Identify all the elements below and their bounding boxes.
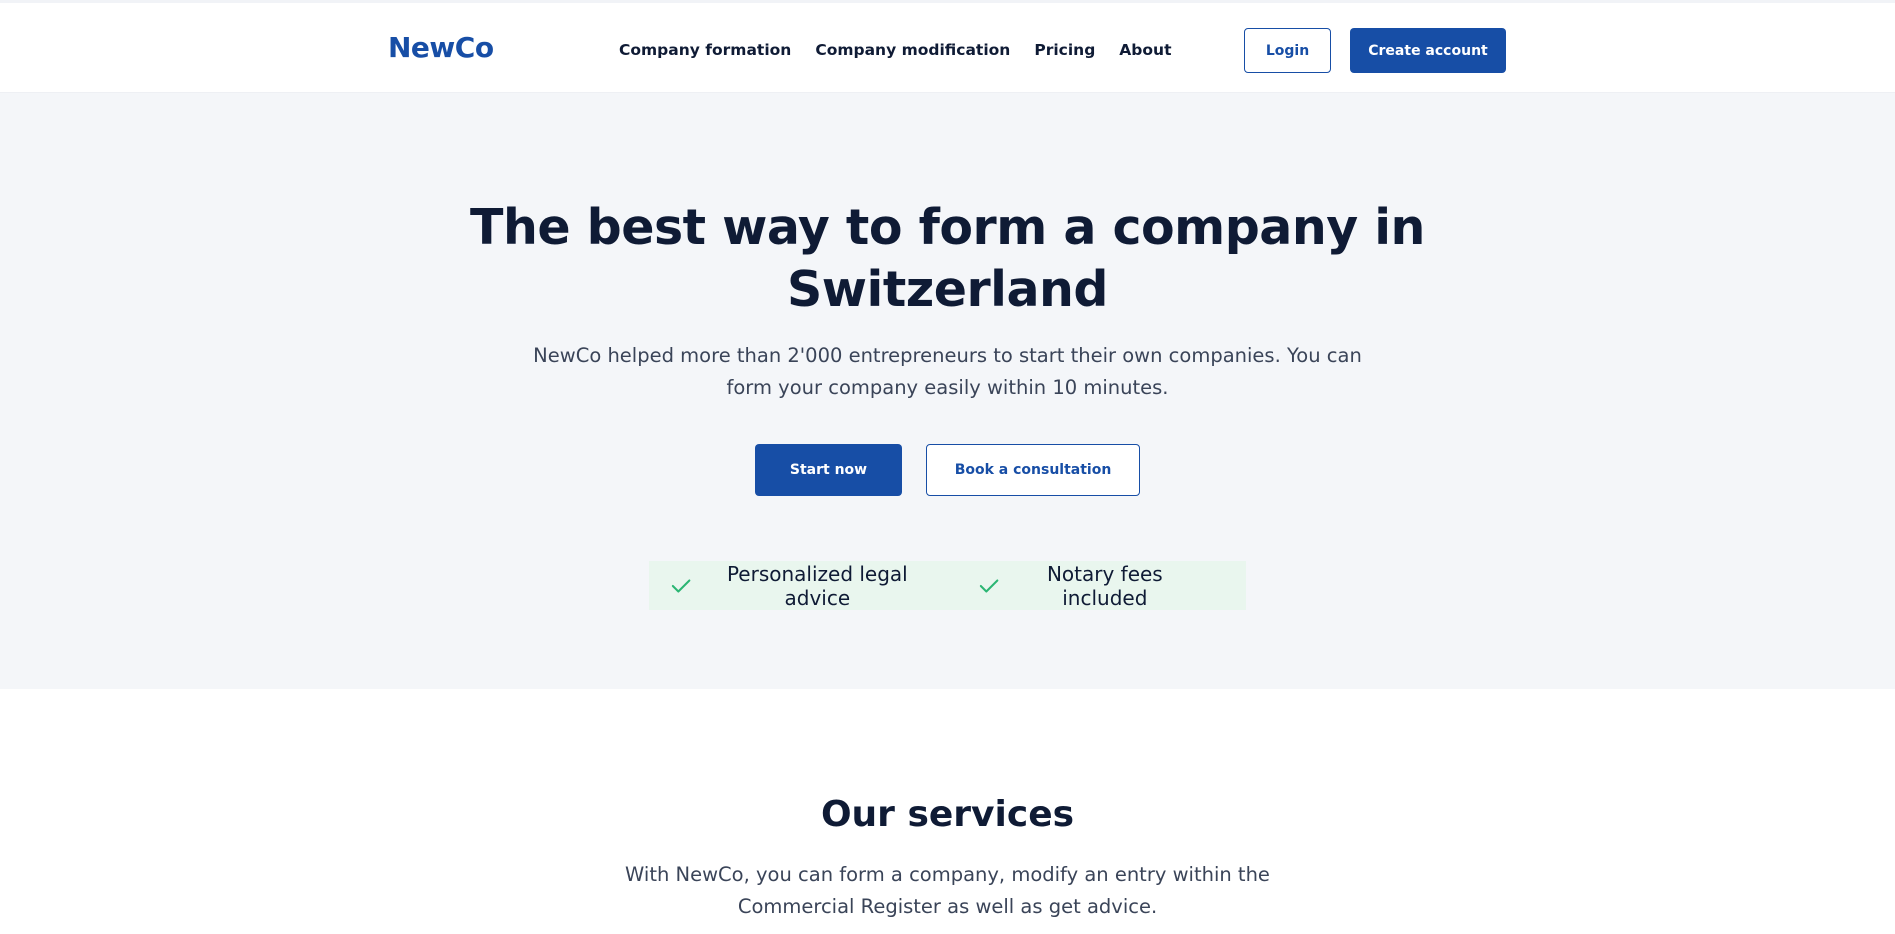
start-now-button[interactable]: Start now <box>755 444 902 496</box>
hero-actions: Start now Book a consultation <box>0 444 1895 496</box>
login-button[interactable]: Login <box>1244 28 1331 73</box>
services-title: Our services <box>820 794 1075 835</box>
hero-title: The best way to form a company in Switze… <box>0 197 1895 321</box>
hero-title-line1: The best way to form a company in <box>470 199 1425 256</box>
hero-subtitle: NewCo helped more than 2'000 entrepreneu… <box>0 340 1895 404</box>
feature-label: Notary fees included <box>1046 561 1163 610</box>
create-account-button[interactable]: Create account <box>1350 28 1506 73</box>
services-description-line1: With NewCo, you can form a company, modi… <box>625 863 1270 886</box>
book-consultation-button[interactable]: Book a consultation <box>926 444 1140 496</box>
main-nav: Company formation Company modification P… <box>619 41 1195 59</box>
check-icon <box>671 578 691 593</box>
hero-subtitle-line2: form your company easily within 10 minut… <box>726 376 1169 399</box>
feature-item: Notary fees included <box>979 562 1200 610</box>
nav-about[interactable]: About <box>1119 41 1171 59</box>
services-description: With NewCo, you can form a company, modi… <box>0 859 1895 923</box>
logo[interactable]: NewCo <box>388 31 494 64</box>
nav-company-formation[interactable]: Company formation <box>619 41 791 59</box>
hero-title-line2: Switzerland <box>786 261 1109 318</box>
check-icon <box>980 578 999 593</box>
feature-label: Personalized legal advice <box>726 561 908 610</box>
feature-item: Personalized legal advice <box>671 562 933 610</box>
services-description-line2: Commercial Register as well as get advic… <box>737 895 1158 918</box>
hero-section: The best way to form a company in Switze… <box>0 93 1895 689</box>
nav-pricing[interactable]: Pricing <box>1034 41 1095 59</box>
hero-subtitle-line1: NewCo helped more than 2'000 entrepreneu… <box>533 344 1362 367</box>
feature-highlights: Personalized legal advice Notary fees in… <box>649 561 1246 610</box>
site-header: NewCo Company formation Company modifica… <box>0 3 1895 93</box>
services-section: Our services With NewCo, you can form a … <box>0 689 1895 934</box>
nav-company-modification[interactable]: Company modification <box>815 41 1010 59</box>
